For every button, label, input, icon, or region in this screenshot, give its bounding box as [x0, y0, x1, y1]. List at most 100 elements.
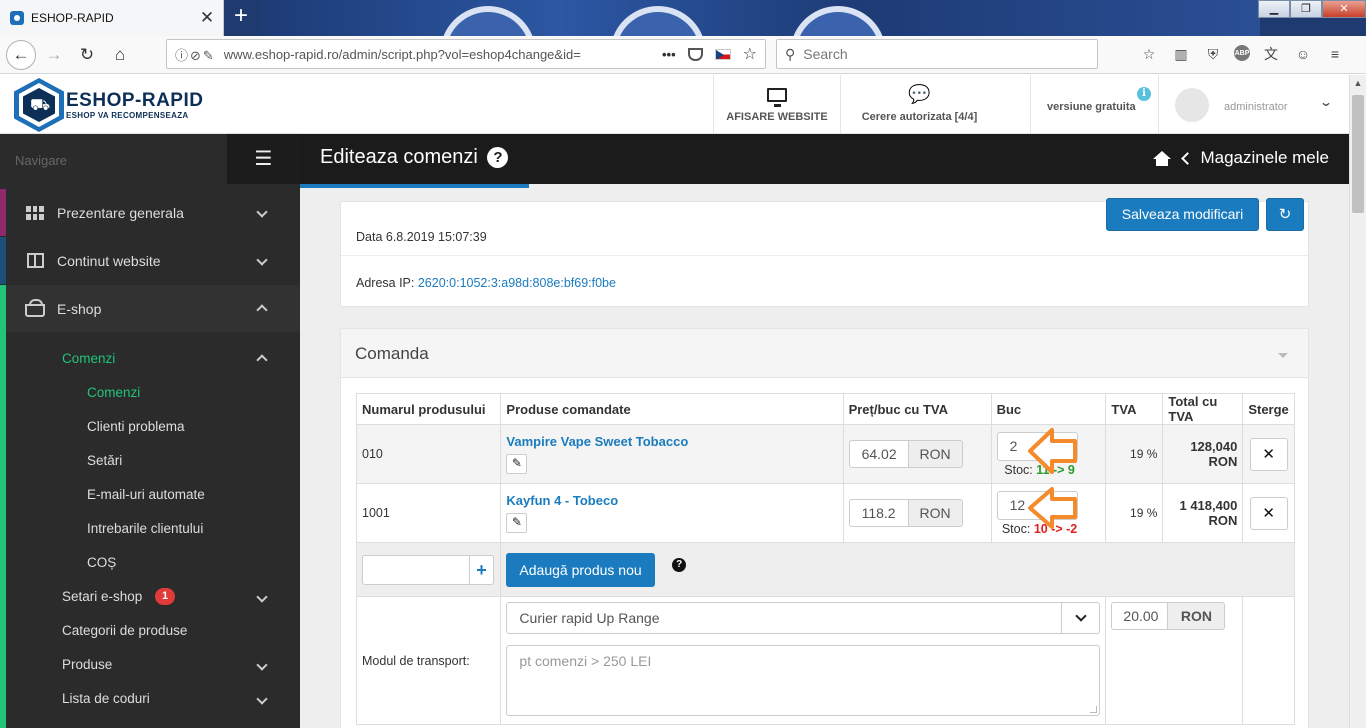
product-name-link[interactable]: Vampire Vape Sweet Tobacco	[506, 434, 837, 449]
close-window-button[interactable]: ✕	[1322, 0, 1366, 18]
window-controls: ▁ ❐ ✕	[1258, 0, 1366, 20]
sidebar-item-label: Clienti problema	[87, 418, 185, 434]
search-bar[interactable]: ⚲ Search	[776, 39, 1098, 69]
site-favicon-icon	[10, 11, 24, 25]
shipping-price-input[interactable]: 20.00	[1111, 602, 1169, 630]
menu-icon[interactable]: ≡	[1324, 41, 1346, 67]
monitor-icon	[714, 84, 840, 108]
sidebar-item-orders[interactable]: Comenzi	[0, 375, 300, 409]
help-icon[interactable]: ?	[672, 557, 687, 572]
sidebar-item-client-questions[interactable]: Intrebarile clientului	[0, 511, 300, 545]
sidebar-item-product-categories[interactable]: Categorii de produse	[0, 613, 300, 647]
bookmark-star-icon[interactable]: ☆	[743, 44, 757, 64]
sidebar-item-label: Comenzi	[62, 350, 116, 366]
scroll-up-icon[interactable]: ▲	[1350, 75, 1366, 92]
edit-pencil-icon[interactable]: ✎	[506, 454, 528, 474]
sidebar-item-code-list[interactable]: Lista de coduri	[0, 681, 300, 715]
sidebar-item-label: Setari e-shop	[62, 588, 143, 604]
chevron-up-icon[interactable]	[256, 350, 268, 367]
edit-pencil-icon[interactable]: ✎	[506, 513, 528, 533]
reader-view-icon[interactable]: ▥	[1170, 41, 1192, 67]
collapse-caret-icon[interactable]	[1278, 353, 1288, 358]
search-placeholder: Search	[803, 46, 848, 62]
sidebar-item-products[interactable]: Produse	[0, 647, 300, 681]
sidebar-item-eshop-settings[interactable]: Setari e-shop 1	[0, 579, 300, 613]
order-card-header[interactable]: Comanda	[341, 329, 1308, 378]
sidebar-item-website-content[interactable]: Continut website	[0, 237, 300, 284]
translate-icon[interactable]: 文	[1260, 41, 1282, 67]
chevron-down-icon[interactable]	[256, 205, 268, 219]
page-actions-icon[interactable]: •••	[662, 47, 676, 62]
price-input[interactable]: 64.02	[848, 440, 909, 468]
new-tab-button[interactable]: +	[228, 3, 254, 31]
ip-address-link[interactable]: 2620:0:1052:3:a98d:808e:bf69:f0be	[418, 276, 616, 290]
title-underline	[300, 184, 529, 188]
reload-button[interactable]: ↻	[72, 40, 102, 70]
breadcrumb[interactable]: Magazinele mele	[1153, 148, 1329, 168]
help-icon[interactable]: ?	[487, 147, 509, 168]
browser-tab[interactable]: ESHOP-RAPID ✕	[0, 0, 224, 36]
account-icon[interactable]: ☺	[1292, 41, 1314, 67]
order-date: Data 6.8.2019 15:07:39	[356, 230, 487, 244]
brand-logo[interactable]: ⛟ ESHOP-RAPID ESHOP VA RECOMPENSEAZA	[14, 78, 203, 132]
product-code-input[interactable]	[362, 554, 470, 585]
view-website-button[interactable]: AFISARE WEBSITE	[713, 75, 840, 133]
divider	[341, 255, 1310, 256]
hamburger-menu-icon[interactable]: ☰	[227, 134, 300, 184]
sidebar-item-problem-clients[interactable]: Clienti problema	[0, 409, 300, 443]
requests-button[interactable]: 💬 Cerere autorizata [4/4]	[840, 75, 998, 133]
row-total: 1 418,400 RON	[1162, 483, 1244, 543]
save-changes-button[interactable]: Salveaza modificari	[1106, 198, 1259, 231]
chevron-up-icon[interactable]	[256, 300, 268, 317]
sidebar-item-orders-group[interactable]: Comenzi	[0, 341, 300, 375]
currency-addon: RON	[908, 440, 963, 468]
home-icon[interactable]	[1153, 150, 1172, 166]
pocket-icon[interactable]	[687, 47, 703, 61]
product-name-link[interactable]: Kayfun 4 - Tobeco	[506, 493, 837, 508]
page-title-bar: Editeaza comenzi ? Magazinele mele	[300, 134, 1349, 188]
sidebar-item-cart[interactable]: COȘ	[0, 545, 300, 579]
transport-note-textarea[interactable]: pt comenzi > 250 LEI	[506, 645, 1101, 716]
info-icon[interactable]: i	[1137, 87, 1151, 101]
maximize-button[interactable]: ❐	[1290, 0, 1322, 18]
sidebar-item-label: Continut website	[57, 252, 161, 269]
sidebar-item-settings[interactable]: Setări	[0, 443, 300, 477]
home-button[interactable]: ⌂	[105, 40, 135, 70]
plus-icon[interactable]: +	[470, 554, 494, 585]
czech-flag-icon[interactable]	[714, 48, 731, 60]
site-info-icon[interactable]: ⓘ⊘✎	[175, 45, 216, 64]
sidebar-item-auto-emails[interactable]: E-mail-uri automate	[0, 477, 300, 511]
bookmarks-star-icon[interactable]: ☆	[1138, 41, 1160, 67]
adblock-icon[interactable]: ABP	[1234, 45, 1250, 61]
user-menu[interactable]: administrator ⌄	[1158, 75, 1349, 133]
chat-icon: 💬	[908, 84, 931, 104]
reset-button[interactable]: ↻	[1266, 198, 1304, 231]
sidebar-item-overview[interactable]: Prezentare generala	[0, 189, 300, 236]
chevron-down-icon[interactable]	[256, 657, 268, 672]
close-tab-icon[interactable]: ✕	[195, 8, 219, 28]
chevron-down-icon[interactable]	[256, 253, 268, 267]
delete-row-button[interactable]: ✕	[1249, 437, 1288, 471]
delete-row-button[interactable]: ✕	[1249, 496, 1288, 530]
forward-button[interactable]: →	[39, 40, 69, 70]
version-box[interactable]: versiune gratuita i	[1030, 75, 1158, 133]
sidebar-item-label: Produse	[62, 656, 113, 672]
sidebar-item-eshop[interactable]: E-shop	[0, 285, 300, 332]
add-new-product-button[interactable]: Adaugă produs nou	[506, 552, 655, 587]
back-button[interactable]: ←	[6, 39, 36, 70]
chevron-down-icon[interactable]: ⌄	[1319, 95, 1333, 109]
column-header: Preț/buc cu TVA	[842, 393, 992, 425]
page-scrollbar[interactable]: ▲	[1349, 75, 1366, 728]
chevron-down-icon[interactable]	[256, 589, 268, 604]
minimize-button[interactable]: ▁	[1258, 0, 1290, 18]
my-shops-link[interactable]: Magazinele mele	[1200, 148, 1329, 168]
ublock-icon[interactable]: ⛨	[1202, 41, 1224, 67]
scroll-thumb[interactable]	[1352, 95, 1364, 213]
url-bar[interactable]: ⓘ⊘✎ www.eshop-rapid.ro/admin/script.php?…	[166, 39, 766, 69]
transport-select[interactable]: Curier rapid Up Range	[506, 602, 1101, 634]
url-text[interactable]: www.eshop-rapid.ro/admin/script.php?vol=…	[224, 47, 662, 62]
chevron-down-icon[interactable]	[1061, 603, 1099, 633]
price-input[interactable]: 118.2	[848, 499, 909, 527]
chevron-down-icon[interactable]	[256, 691, 268, 706]
chevron-left-icon	[1181, 151, 1195, 165]
